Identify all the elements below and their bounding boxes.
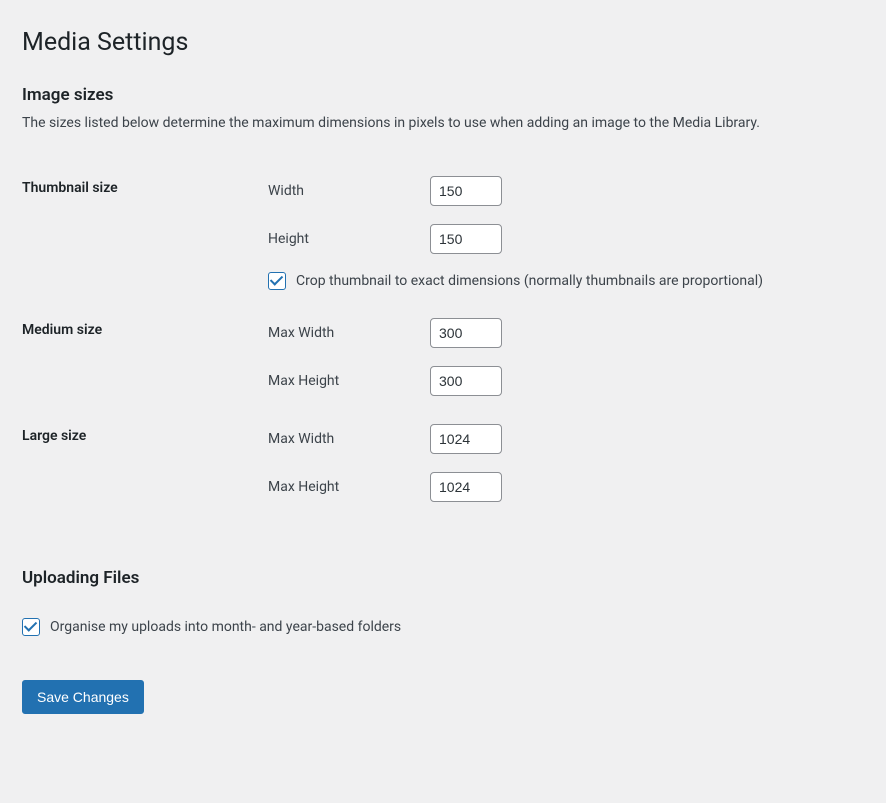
crop-thumbnail-checkbox[interactable] — [268, 272, 286, 290]
image-sizes-description: The sizes listed below determine the max… — [22, 113, 864, 134]
large-maxwidth-input[interactable] — [430, 424, 502, 454]
image-sizes-table: Thumbnail size Width Height Crop thumbna… — [22, 162, 864, 516]
medium-size-label: Medium size — [22, 304, 268, 410]
page-title: Media Settings — [22, 28, 864, 57]
large-size-label: Large size — [22, 410, 268, 516]
organise-uploads-checkbox[interactable] — [22, 618, 40, 636]
save-changes-button[interactable]: Save Changes — [22, 680, 144, 714]
medium-maxheight-label: Max Height — [268, 373, 430, 389]
thumbnail-height-input[interactable] — [430, 224, 502, 254]
organise-uploads-label[interactable]: Organise my uploads into month- and year… — [50, 619, 401, 635]
medium-maxwidth-label: Max Width — [268, 325, 430, 341]
thumbnail-size-label: Thumbnail size — [22, 162, 268, 304]
image-sizes-heading: Image sizes — [22, 85, 864, 105]
large-maxheight-label: Max Height — [268, 479, 430, 495]
medium-maxwidth-input[interactable] — [430, 318, 502, 348]
crop-thumbnail-label[interactable]: Crop thumbnail to exact dimensions (norm… — [296, 273, 763, 289]
thumbnail-height-label: Height — [268, 231, 430, 247]
uploading-files-heading: Uploading Files — [22, 568, 864, 588]
large-maxwidth-label: Max Width — [268, 431, 430, 447]
thumbnail-width-input[interactable] — [430, 176, 502, 206]
medium-maxheight-input[interactable] — [430, 366, 502, 396]
large-maxheight-input[interactable] — [430, 472, 502, 502]
thumbnail-width-label: Width — [268, 183, 430, 199]
